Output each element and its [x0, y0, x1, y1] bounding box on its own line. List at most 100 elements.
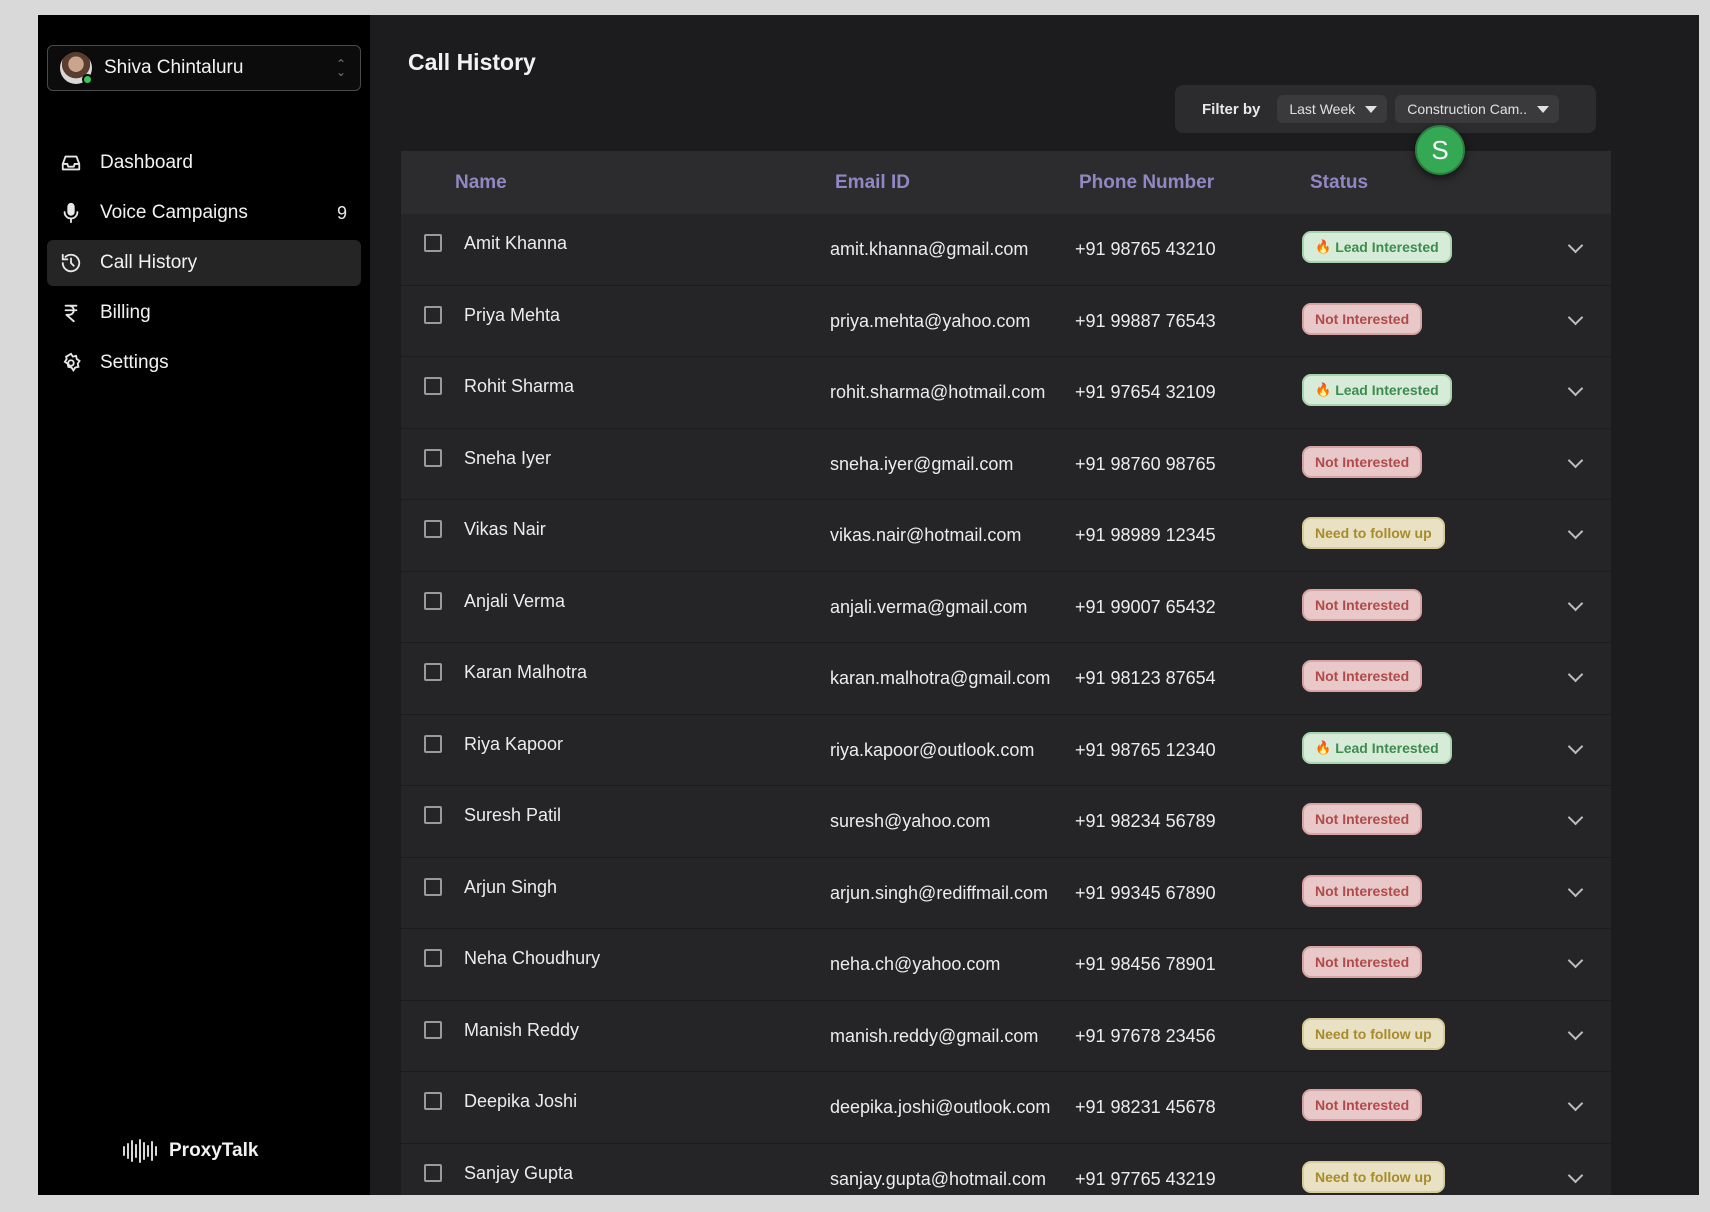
expand-chevron-down-icon[interactable]	[1567, 452, 1584, 468]
inbox-icon	[59, 151, 83, 175]
row-checkbox[interactable]	[424, 234, 442, 252]
column-header-status[interactable]: Status	[1310, 172, 1368, 194]
row-checkbox[interactable]	[424, 806, 442, 824]
status-badge: Not Interested	[1302, 946, 1423, 978]
campaign-filter-dropdown[interactable]: Construction Cam..	[1395, 95, 1560, 123]
row-checkbox[interactable]	[424, 377, 442, 395]
table-row[interactable]: Amit Khanna amit.khanna@gmail.com +91 9876…	[401, 214, 1611, 286]
contact-phone: +91 98123 87654	[1075, 668, 1216, 688]
status-badge-label: Not Interested	[1315, 1097, 1410, 1113]
expand-chevron-down-icon[interactable]	[1567, 738, 1584, 754]
column-header-name[interactable]: Name	[455, 172, 507, 194]
status-badge: Not Interested	[1302, 803, 1423, 835]
table-row[interactable]: Suresh Patil suresh@yahoo.com +91 98234 56…	[401, 786, 1611, 858]
sidebar-item-count: 9	[336, 202, 347, 223]
floating-avatar-button[interactable]: S	[1415, 125, 1465, 175]
expand-chevron-down-icon[interactable]	[1567, 952, 1584, 969]
row-checkbox[interactable]	[424, 1092, 442, 1110]
status-badge-label: Not Interested	[1315, 453, 1410, 470]
period-filter-dropdown[interactable]: Last Week	[1277, 95, 1388, 123]
expand-chevron-down-icon[interactable]	[1567, 881, 1584, 897]
status-badge-label: Need to follow up	[1315, 525, 1432, 541]
contact-phone: +91 98234 56789	[1075, 811, 1216, 831]
caret-down-icon	[1537, 105, 1550, 113]
call-history-table: Name Email ID Phone Number Status Amit K…	[401, 151, 1611, 1195]
contact-email: karan.malhotra@gmail.com	[830, 668, 1051, 688]
row-checkbox[interactable]	[424, 305, 442, 324]
brand-name: ProxyTalk	[169, 1140, 259, 1161]
status-badge: Not Interested	[1302, 1089, 1423, 1121]
table-row[interactable]: Manish Reddy manish.reddy@gmail.com +91 97…	[401, 1000, 1611, 1072]
expand-chevron-down-icon[interactable]	[1567, 237, 1584, 254]
row-checkbox[interactable]	[424, 1163, 442, 1182]
sidebar-item-label: Voice Campaigns	[100, 202, 248, 223]
user-name: Shiva Chintaluru	[104, 57, 244, 78]
status-badge: Need to follow up	[1302, 517, 1445, 549]
user-switcher[interactable]: Shiva Chintaluru ⌃ ⌄	[47, 45, 361, 91]
contact-name: Anjali Verma	[464, 590, 566, 611]
expand-chevron-down-icon[interactable]	[1567, 595, 1584, 611]
sidebar-item-dashboard[interactable]: Dashboard	[47, 140, 361, 186]
table-row[interactable]: Sneha Iyer sneha.iyer@gmail.com +91 98760 …	[401, 428, 1611, 500]
contact-name: Deepika Joshi	[464, 1091, 578, 1111]
status-badge-label: Not Interested	[1315, 310, 1410, 327]
filter-bar: Filter by Last Week Construction Cam..	[1175, 85, 1596, 133]
fire-icon: 🔥	[1315, 382, 1332, 397]
main-content: Call History Filter by Last Week Constru…	[370, 15, 1699, 1195]
table-row[interactable]: Sanjay Gupta sanjay.gupta@hotmail.com +91 …	[401, 1143, 1611, 1195]
contact-email: suresh@yahoo.com	[830, 811, 991, 831]
row-checkbox[interactable]	[424, 734, 442, 753]
expand-chevron-down-icon[interactable]	[1567, 1095, 1584, 1112]
status-badge: Not Interested	[1302, 874, 1423, 907]
row-checkbox[interactable]	[424, 591, 442, 610]
sidebar-item-settings[interactable]: Settings	[47, 340, 361, 386]
column-header-email[interactable]: Email ID	[835, 172, 910, 194]
table-row[interactable]: Karan Malhotra karan.malhotra@gmail.com +9…	[401, 643, 1611, 715]
table-row[interactable]: Neha Choudhury neha.ch@yahoo.com +91 98456…	[401, 929, 1611, 1001]
expand-chevron-down-icon[interactable]	[1567, 809, 1584, 826]
contact-phone: +91 99887 76543	[1075, 310, 1216, 331]
sidebar-item-call-history[interactable]: Call History	[47, 240, 361, 286]
status-badge-label: Not Interested	[1315, 668, 1410, 684]
row-checkbox[interactable]	[424, 1020, 442, 1039]
status-badge: Not Interested	[1302, 445, 1423, 478]
contact-phone: +91 98989 12345	[1075, 525, 1216, 545]
sidebar-item-billing[interactable]: Billing	[47, 290, 361, 336]
contact-email: riya.kapoor@outlook.com	[830, 739, 1035, 760]
sidebar-item-voice-campaigns[interactable]: Voice Campaigns 9	[47, 190, 361, 236]
contact-email: arjun.singh@rediffmail.com	[830, 882, 1049, 903]
contact-email: manish.reddy@gmail.com	[830, 1025, 1039, 1046]
expand-chevron-down-icon[interactable]	[1567, 666, 1584, 683]
status-badge-label: Lead Interested	[1335, 382, 1439, 398]
status-badge: 🔥 Lead Interested	[1302, 231, 1452, 263]
microphone-icon	[59, 201, 83, 225]
row-checkbox[interactable]	[424, 520, 442, 538]
table-row[interactable]: Anjali Verma anjali.verma@gmail.com +91 99…	[401, 571, 1611, 643]
sidebar-item-label: Call History	[100, 252, 198, 273]
expand-chevron-down-icon[interactable]	[1567, 309, 1584, 325]
fire-icon: 🔥	[1315, 239, 1332, 254]
contact-email: vikas.nair@hotmail.com	[830, 525, 1022, 545]
row-checkbox[interactable]	[424, 949, 442, 967]
table-row[interactable]: Riya Kapoor riya.kapoor@outlook.com +91 98…	[401, 714, 1611, 786]
expand-chevron-down-icon[interactable]	[1567, 1024, 1584, 1040]
chevron-updown-icon: ⌃ ⌄	[335, 57, 347, 79]
row-checkbox[interactable]	[424, 663, 442, 681]
table-row[interactable]: Priya Mehta priya.mehta@yahoo.com +91 9988…	[401, 285, 1611, 357]
expand-chevron-down-icon[interactable]	[1567, 1167, 1584, 1183]
table-row[interactable]: Rohit Sharma rohit.sharma@hotmail.com +91 …	[401, 357, 1611, 429]
table-row[interactable]: Vikas Nair vikas.nair@hotmail.com +91 9898…	[401, 500, 1611, 572]
table-row[interactable]: Arjun Singh arjun.singh@rediffmail.com +91…	[401, 857, 1611, 929]
expand-chevron-down-icon[interactable]	[1567, 380, 1584, 397]
contact-phone: +91 98456 78901	[1075, 954, 1216, 974]
row-checkbox[interactable]	[424, 448, 442, 467]
status-badge: 🔥 Lead Interested	[1302, 374, 1452, 406]
contact-email: rohit.sharma@hotmail.com	[830, 382, 1046, 402]
table-row[interactable]: Deepika Joshi deepika.joshi@outlook.com +9…	[401, 1072, 1611, 1144]
row-checkbox[interactable]	[424, 877, 442, 896]
expand-chevron-down-icon[interactable]	[1567, 523, 1584, 540]
contact-email: anjali.verma@gmail.com	[830, 596, 1028, 617]
contact-name: Priya Mehta	[464, 304, 561, 325]
filter-label: Filter by	[1202, 100, 1261, 118]
column-header-phone[interactable]: Phone Number	[1079, 172, 1214, 194]
